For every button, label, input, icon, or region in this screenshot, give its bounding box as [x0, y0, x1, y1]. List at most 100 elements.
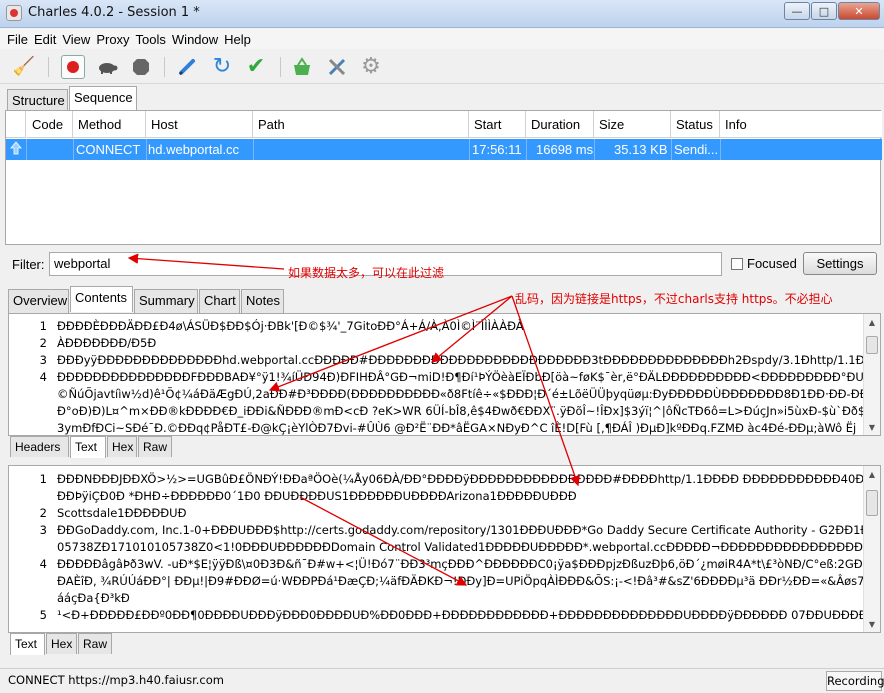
- tab-hex[interactable]: Hex: [107, 436, 137, 457]
- gear-icon[interactable]: ⚙: [359, 55, 383, 79]
- menu-file[interactable]: File: [4, 32, 31, 47]
- scroll-up-icon[interactable]: ▲: [864, 314, 880, 330]
- cell-size: 35.13 KB: [614, 142, 668, 157]
- scroll-down-icon[interactable]: ▼: [864, 419, 880, 435]
- line-text: ÐÐÐNÐÐÐJÐÐXÖ>½>=UGBûÐ£ÖNÐÝ!ÐÐaªÖOè(¼Åy06…: [57, 472, 880, 486]
- title-bar: Charles 4.0.2 - Session 1 * — □ ✕: [0, 0, 884, 28]
- line-text: ÐÐÐÐÐâgâÞð3wV. -uÐ*$E¦ÿÿÐß\¤0Ð3Ð&ñ¯Ð#w+<…: [57, 557, 881, 571]
- tab-hex-response[interactable]: Hex: [46, 633, 77, 654]
- table-row[interactable]: CONNECT hd.webportal.cc 17:56:11 16698 m…: [6, 139, 882, 160]
- cell-duration: 16698 ms: [536, 142, 594, 157]
- minimize-button[interactable]: —: [784, 2, 810, 20]
- line-text: ¹<Ð+ÐÐÐÐÐ£ÐÐº0ÐÐ¶0ÐÐÐÐUÐÐÐÿÐÐÐ0ÐÐÐÐUÐ%ÐÐ…: [57, 608, 881, 622]
- menu-tools[interactable]: Tools: [133, 32, 169, 47]
- menu-window[interactable]: Window: [169, 32, 221, 47]
- scroll-up-icon[interactable]: ▲: [864, 466, 880, 482]
- tab-chart[interactable]: Chart: [199, 289, 240, 313]
- column-header-size[interactable]: Size: [594, 111, 671, 138]
- turtle-icon[interactable]: [95, 55, 119, 79]
- focused-checkbox[interactable]: [731, 258, 743, 270]
- cell-divider: [720, 139, 721, 160]
- line-text: ÐAÈîÐ, ¾RÚÚáÐÐ°| ÐÐµ!|Ð9#ÐÐØ=ú·WÐÐPÐá¹Ðæ…: [57, 574, 881, 588]
- check-icon[interactable]: ✔: [244, 55, 268, 79]
- line-number: 2: [39, 506, 47, 520]
- column-header-code[interactable]: Code: [27, 111, 73, 138]
- line-text: ÐÐÐÐÐÐÐÐÐÐÐÐÐÐÐFÐÐÐBAÐ¥°ÿ1!¾íÜÐ94Ð)ÐFIHÐ…: [57, 370, 881, 384]
- menu-edit[interactable]: Edit: [31, 32, 59, 47]
- tab-summary[interactable]: Summary: [134, 289, 198, 313]
- column-header-path[interactable]: Path: [253, 111, 469, 138]
- cell-method: CONNECT: [76, 142, 141, 157]
- menu-view[interactable]: View: [59, 32, 93, 47]
- filter-label: Filter:: [12, 257, 45, 272]
- line-text: ááçÐa{Ð³kÐ: [57, 591, 130, 605]
- broom-icon[interactable]: 🧹: [12, 55, 36, 79]
- record-icon[interactable]: [61, 55, 85, 79]
- menu-help[interactable]: Help: [221, 32, 254, 47]
- stop-icon[interactable]: [129, 55, 153, 79]
- toolbar: 🧹 ↻ ✔ ⚙: [0, 50, 884, 84]
- line-number: 2: [39, 336, 47, 350]
- tab-headers[interactable]: Headers: [10, 436, 69, 457]
- line-text: ÐÐGoDaddy.com, Inc.1-0+ÐÐÐUÐÐÐ$http://ce…: [57, 523, 881, 537]
- window-title: Charles 4.0.2 - Session 1 *: [28, 5, 200, 20]
- tab-notes[interactable]: Notes: [241, 289, 284, 313]
- maximize-button[interactable]: □: [811, 2, 837, 20]
- column-header-duration[interactable]: Duration: [526, 111, 594, 138]
- toolbar-separator: [48, 57, 49, 77]
- line-text: 3ymÐfÐCi~SÐé¯Ð.©ÐÐq¢PåÐT£-Ð@kÇ¡èYlÒÐ7Ðvi…: [57, 421, 857, 435]
- cell-divider: [73, 139, 74, 160]
- focused-label: Focused: [747, 256, 797, 271]
- table-header-blank: [6, 111, 26, 138]
- request-scrollbar[interactable]: ▲ ▼: [863, 314, 880, 435]
- tab-sequence[interactable]: Sequence: [69, 86, 137, 112]
- filter-annotation: 如果数据太多，可以在此过滤: [288, 266, 445, 280]
- tab-text[interactable]: Text: [70, 436, 106, 458]
- line-text: ÀÐÐÐÐÐÐÐ/Ð5Ð: [57, 336, 157, 350]
- tab-overview[interactable]: Overview: [8, 289, 69, 313]
- column-header-info[interactable]: Info: [720, 111, 882, 138]
- menu-bar: File Edit View Proxy Tools Window Help: [0, 29, 884, 49]
- basket-icon[interactable]: [290, 55, 314, 79]
- cell-divider: [671, 139, 672, 160]
- request-text-pane[interactable]: 1 ÐÐÐÐÈÐÐÐÄÐÐ£Ð4ø\ÁSÜÐ$ÐÐ$Ój·ÐBk'[Ð©$¾'_7…: [8, 313, 881, 436]
- charles-app-icon: [6, 5, 22, 21]
- menu-proxy[interactable]: Proxy: [93, 32, 132, 47]
- tab-raw[interactable]: Raw: [138, 436, 172, 457]
- scroll-down-icon[interactable]: ▼: [864, 616, 880, 632]
- line-number: 4: [39, 557, 47, 571]
- line-text: Ð°oÐ)Ð)L¤^m×ÐÐ®kÐÐÐÐ€Ð_iÐÐi&ÑÐÐÐ®mÐ<cÐ ?…: [57, 404, 881, 418]
- tab-text-response[interactable]: Text: [10, 633, 45, 655]
- tools-icon[interactable]: [325, 55, 349, 79]
- line-number: 1: [39, 319, 47, 333]
- cell-divider: [469, 139, 470, 160]
- tab-contents[interactable]: Contents: [70, 286, 133, 312]
- column-header-status[interactable]: Status: [671, 111, 720, 138]
- close-button[interactable]: ✕: [838, 2, 880, 20]
- garble-annotation: 乱码，因为链接是https，不过charls支持 https。不必担心: [515, 292, 833, 306]
- response-text-pane[interactable]: 1 ÐÐÐNÐÐÐJÐÐXÖ>½>=UGBûÐ£ÖNÐÝ!ÐÐaªÖOè(¼Åy0…: [8, 465, 881, 633]
- line-number: 5: [39, 608, 47, 622]
- cell-divider: [594, 139, 595, 160]
- tab-raw-response[interactable]: Raw: [78, 633, 112, 654]
- settings-button[interactable]: Settings: [803, 252, 877, 275]
- cell-divider: [526, 139, 527, 160]
- status-text: CONNECT https://mp3.h40.faiusr.com: [8, 673, 224, 687]
- scroll-thumb[interactable]: [866, 490, 878, 516]
- pen-icon[interactable]: [175, 55, 199, 79]
- upload-arrow-icon: [10, 141, 22, 158]
- column-header-method[interactable]: Method: [73, 111, 146, 138]
- line-number: 3: [39, 353, 47, 367]
- cell-divider: [146, 139, 147, 160]
- response-scrollbar[interactable]: ▲ ▼: [863, 466, 880, 632]
- cell-status: Sendi...: [674, 142, 719, 157]
- scroll-thumb[interactable]: [866, 336, 878, 354]
- line-text: Scottsdale1ÐÐÐÐÐUÐ: [57, 506, 187, 520]
- column-header-start[interactable]: Start: [469, 111, 526, 138]
- column-header-host[interactable]: Host: [146, 111, 253, 138]
- recording-indicator: Recording: [826, 671, 884, 691]
- line-text: ÐÐÞÿiÇÐ0Ð *ÐHÐ÷ÐÐÐÐÐÐ0´1Ð0 ÐÐUÐÐÐÐUS1ÐÐÐ…: [57, 489, 577, 503]
- refresh-icon[interactable]: ↻: [210, 55, 234, 79]
- line-number: 1: [39, 472, 47, 486]
- line-text: ©ÑúÕjavtíìw½d)ê¹Õ¢¼áÐäÆgÐÚ,2aÐÐ#Ð³ÐÐÐÐ(Ð…: [57, 387, 881, 401]
